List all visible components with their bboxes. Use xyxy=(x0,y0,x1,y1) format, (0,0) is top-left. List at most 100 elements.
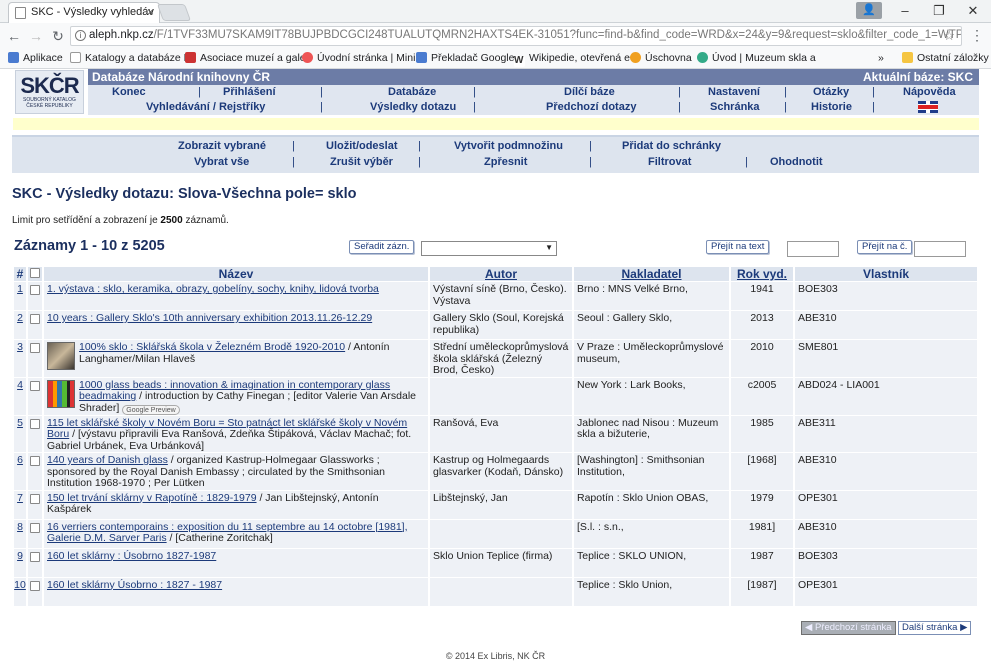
record-number-link[interactable]: 3 xyxy=(17,341,23,353)
nav-prihlaseni[interactable]: Přihlášení xyxy=(223,86,276,98)
back-icon[interactable]: ← xyxy=(4,26,24,46)
nav-nastaveni[interactable]: Nastavení xyxy=(708,86,760,98)
record-title-link[interactable]: 160 let sklárny Úsobrno : 1827 - 1987 xyxy=(47,579,222,591)
nav-schranka[interactable]: Schránka xyxy=(710,101,760,113)
filter-link[interactable]: Filtrovat xyxy=(648,156,691,168)
goto-number-input[interactable] xyxy=(914,241,966,257)
record-title-link[interactable]: 100% sklo : Sklářská škola v Železném Br… xyxy=(79,341,345,353)
nav-predchozi-dotazy[interactable]: Předchozí dotazy xyxy=(546,101,636,113)
bookmark-item[interactable]: Aplikace xyxy=(8,52,63,64)
restore-icon[interactable]: ❐ xyxy=(922,0,956,23)
cover-thumbnail[interactable] xyxy=(47,379,75,408)
cell-publisher: Seoul : Gallery Sklo, xyxy=(574,311,729,339)
profile-icon[interactable]: 👤 xyxy=(856,2,882,19)
bookmark-star-icon[interactable]: ☆ xyxy=(943,28,955,44)
row-checkbox[interactable] xyxy=(30,580,40,591)
sort-select[interactable]: ▼ xyxy=(421,241,557,256)
create-subset-link[interactable]: Vytvořit podmnožinu xyxy=(454,140,563,152)
record-number-link[interactable]: 4 xyxy=(17,379,23,391)
sort-publisher-link[interactable]: Nakladatel xyxy=(621,267,681,281)
bookmark-label: Úschovna xyxy=(645,52,692,64)
browser-tab[interactable]: SKC - Výsledky vyhledáv × xyxy=(8,2,160,23)
browser-menu-icon[interactable]: ⋮ xyxy=(970,27,984,44)
url-input[interactable]: i aleph.nkp.cz/F/1TVF33MU7SKAM9IT78BUJPB… xyxy=(70,26,962,46)
bookmark-item[interactable]: Katalogy a databáze N xyxy=(70,52,191,64)
reload-icon[interactable]: ↻ xyxy=(48,26,68,46)
row-checkbox[interactable] xyxy=(30,314,40,324)
skcr-logo[interactable]: SKČR SOUBORNÝ KATALOG ČESKÉ REPUBLIKY xyxy=(15,70,84,114)
sort-year-link[interactable]: Rok vyd. xyxy=(737,267,787,281)
nav-napoveda[interactable]: Nápověda xyxy=(903,86,956,98)
add-to-basket-link[interactable]: Přidat do schránky xyxy=(622,140,721,152)
record-number-link[interactable]: 9 xyxy=(17,550,23,562)
bookmark-label: Ostatní záložky xyxy=(917,52,989,64)
record-title-link[interactable]: 140 years of Danish glass xyxy=(47,454,168,466)
wikipedia-icon: W xyxy=(514,55,525,67)
nav-vysledky[interactable]: Výsledky dotazu xyxy=(370,101,456,113)
previous-page-button[interactable]: ◀ Předchozí stránka xyxy=(801,621,896,635)
col-publisher[interactable]: Nakladatel xyxy=(574,267,729,281)
record-title-link[interactable]: 1. výstava : sklo, keramika, obrazy, gob… xyxy=(47,283,379,295)
select-all-checkbox[interactable] xyxy=(30,268,40,278)
record-number-link[interactable]: 1 xyxy=(17,283,23,295)
goto-number-button[interactable]: Přejít na č. xyxy=(857,240,913,254)
nav-konec[interactable]: Konec xyxy=(112,86,146,98)
tab-close-icon[interactable]: × xyxy=(147,5,154,19)
row-checkbox[interactable] xyxy=(30,456,40,466)
rate-link[interactable]: Ohodnotit xyxy=(770,156,823,168)
bookmark-item[interactable]: Úschovna xyxy=(630,52,692,64)
cell-owner: ABE310 xyxy=(795,453,977,490)
address-bar: ← → ↻ i aleph.nkp.cz/F/1TVF33MU7SKAM9IT7… xyxy=(0,23,991,49)
record-title-link[interactable]: 160 let sklárny : Úsobrno 1827-1987 xyxy=(47,550,216,562)
row-checkbox[interactable] xyxy=(30,380,40,391)
more-bookmarks-icon[interactable]: » xyxy=(878,52,884,64)
record-number-link[interactable]: 6 xyxy=(17,454,23,466)
new-tab-button[interactable] xyxy=(156,4,192,21)
nav-vyhledavani[interactable]: Vyhledávání / Rejstříky xyxy=(146,101,265,113)
cell-author: Střední uměleckoprůmyslová škola sklářsk… xyxy=(430,340,572,377)
nav-dilci-baze[interactable]: Dílčí báze xyxy=(564,86,615,98)
record-title-link[interactable]: 10 years : Gallery Sklo's 10th anniversa… xyxy=(47,312,372,324)
minimize-icon[interactable]: – xyxy=(888,0,922,23)
google-preview-button[interactable]: Google Preview xyxy=(122,404,180,415)
col-year[interactable]: Rok vyd. xyxy=(731,267,793,281)
next-page-button[interactable]: Další stránka ▶ xyxy=(898,621,972,635)
forward-icon[interactable]: → xyxy=(26,26,46,46)
record-number-link[interactable]: 8 xyxy=(17,521,23,533)
sort-author-link[interactable]: Autor xyxy=(485,267,517,281)
bookmark-item[interactable]: Úvodní stránka | Mini xyxy=(302,52,415,64)
row-select xyxy=(28,548,42,577)
nav-otazky[interactable]: Otázky xyxy=(813,86,849,98)
goto-text-input[interactable] xyxy=(787,241,839,257)
col-author[interactable]: Autor xyxy=(430,267,572,281)
select-all-link[interactable]: Vybrat vše xyxy=(194,156,249,168)
row-checkbox[interactable] xyxy=(30,285,40,295)
cover-thumbnail[interactable] xyxy=(47,342,75,370)
record-title-link[interactable]: 150 let trvání sklárny v Rapotíně : 1829… xyxy=(47,492,257,504)
bookmark-item[interactable]: Úvod | Muzeum skla a xyxy=(697,52,816,64)
show-selected-link[interactable]: Zobrazit vybrané xyxy=(178,140,266,152)
bookmark-item[interactable]: W Wikipedie, otevřená e xyxy=(514,52,630,67)
row-checkbox[interactable] xyxy=(30,343,40,353)
bookmark-item[interactable]: Asociace muzeí a gale xyxy=(185,52,306,64)
row-checkbox[interactable] xyxy=(30,522,40,533)
close-window-icon[interactable]: ✕ xyxy=(956,0,990,23)
bookmark-item[interactable]: Překladač Google xyxy=(416,52,514,64)
record-number-link[interactable]: 2 xyxy=(17,312,23,324)
nav-historie[interactable]: Historie xyxy=(811,101,852,113)
site-info-icon[interactable]: i xyxy=(75,30,86,41)
bookmark-folder[interactable]: Ostatní záložky xyxy=(902,52,989,64)
row-checkbox[interactable] xyxy=(30,418,40,429)
sort-button[interactable]: Seřadit zázn. xyxy=(349,240,415,254)
record-number-link[interactable]: 7 xyxy=(17,492,23,504)
deselect-link[interactable]: Zrušit výběr xyxy=(330,156,393,168)
record-number-link[interactable]: 10 xyxy=(14,579,26,591)
row-checkbox[interactable] xyxy=(30,493,40,504)
nav-databaze[interactable]: Databáze xyxy=(388,86,436,98)
refine-link[interactable]: Zpřesnit xyxy=(484,156,527,168)
english-flag-icon[interactable] xyxy=(918,101,938,113)
save-send-link[interactable]: Uložit/odeslat xyxy=(326,140,398,152)
goto-text-button[interactable]: Přejít na text xyxy=(706,240,770,254)
record-number-link[interactable]: 5 xyxy=(17,417,23,429)
row-checkbox[interactable] xyxy=(30,551,40,562)
